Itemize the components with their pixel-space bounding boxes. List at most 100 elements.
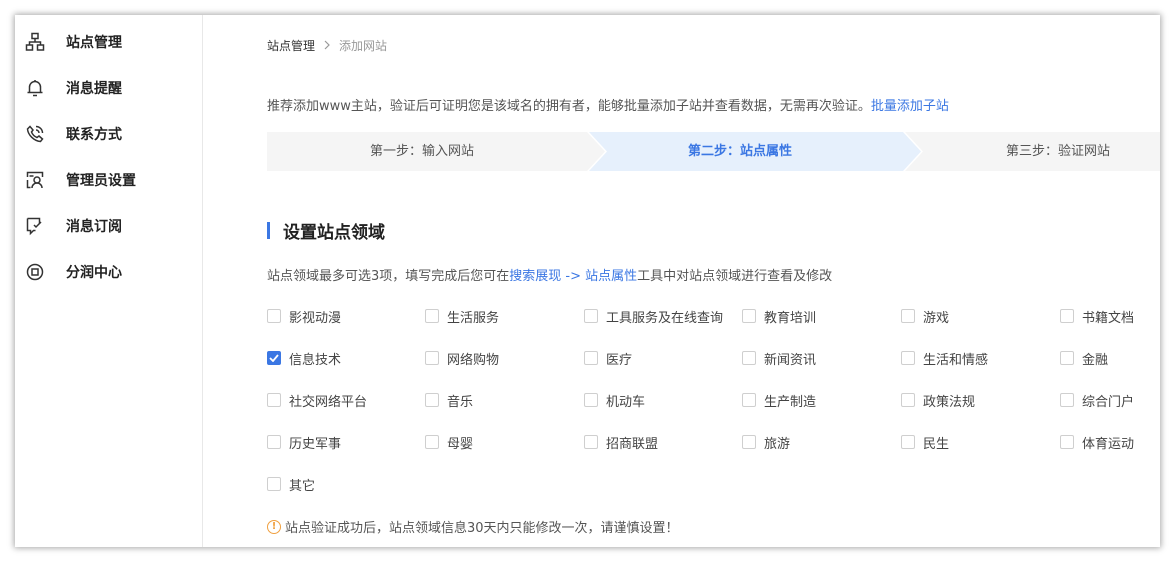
- category-checkbox[interactable]: 生活和情感: [901, 348, 988, 368]
- category-checkbox[interactable]: 民生: [901, 432, 949, 452]
- section-title: 设置站点领域: [267, 220, 385, 243]
- checkbox-unchecked[interactable]: [425, 393, 439, 407]
- checkbox-checked[interactable]: [267, 351, 281, 365]
- step-1-label: 第一步：输入网站: [370, 144, 475, 159]
- sidebar-item-label: 联系方式: [66, 127, 122, 143]
- category-label: 招商联盟: [606, 436, 659, 452]
- category-label: 游戏: [923, 310, 950, 326]
- admin-user-icon: [23, 168, 47, 192]
- checkbox-unchecked[interactable]: [1060, 309, 1074, 323]
- category-checkbox[interactable]: 招商联盟: [584, 432, 658, 452]
- category-checkbox[interactable]: 书籍文档: [1060, 306, 1134, 326]
- category-checkbox[interactable]: 音乐: [425, 390, 473, 410]
- sidebar-item-message-subscription[interactable]: 消息订阅: [23, 211, 122, 241]
- category-label: 医疗: [606, 352, 633, 368]
- category-label: 政策法规: [923, 394, 976, 410]
- checkbox-unchecked[interactable]: [901, 393, 915, 407]
- sidebar-item-label: 站点管理: [66, 35, 122, 51]
- main-content: 站点管理 添加网站 推荐添加www主站，验证后可证明您是该域名的拥有者，能够批量…: [267, 15, 1160, 547]
- checkbox-unchecked[interactable]: [584, 309, 598, 323]
- checkbox-unchecked[interactable]: [267, 309, 281, 323]
- checkbox-unchecked[interactable]: [267, 477, 281, 491]
- checkbox-unchecked[interactable]: [1060, 393, 1074, 407]
- category-label: 生活和情感: [923, 352, 989, 368]
- title-accent-bar: [267, 221, 270, 239]
- checkbox-unchecked[interactable]: [742, 393, 756, 407]
- checkbox-unchecked[interactable]: [267, 393, 281, 407]
- checkbox-unchecked[interactable]: [584, 351, 598, 365]
- category-label: 历史军事: [289, 436, 342, 452]
- step-2-label: 第二步：站点属性: [688, 144, 793, 159]
- checkbox-unchecked[interactable]: [901, 309, 915, 323]
- category-checkbox[interactable]: 生产制造: [742, 390, 816, 410]
- sidebar-item-site-management[interactable]: 站点管理: [23, 27, 122, 57]
- checkbox-unchecked[interactable]: [901, 435, 915, 449]
- category-checkbox[interactable]: 生活服务: [425, 306, 499, 326]
- category-checkbox[interactable]: 旅游: [742, 432, 790, 452]
- category-label: 生产制造: [764, 394, 817, 410]
- category-checkbox[interactable]: 医疗: [584, 348, 632, 368]
- category-label: 音乐: [447, 394, 474, 410]
- checkmark-icon: [269, 354, 279, 362]
- checkbox-unchecked[interactable]: [742, 351, 756, 365]
- category-label: 体育运动: [1082, 436, 1135, 452]
- warning-icon: !: [267, 519, 281, 534]
- category-checkbox[interactable]: 综合门户: [1060, 390, 1134, 410]
- step-indicator: 第一步：输入网站 第二步：站点属性 第三步：验证网站: [267, 132, 1160, 171]
- category-checkbox[interactable]: 新闻资讯: [742, 348, 816, 368]
- bell-icon: [23, 76, 47, 100]
- category-checkbox[interactable]: 社交网络平台: [267, 390, 367, 410]
- category-checkbox[interactable]: 母婴: [425, 432, 473, 452]
- category-label: 信息技术: [289, 352, 342, 368]
- intro-text-body: 推荐添加www主站，验证后可证明您是该域名的拥有者，能够批量添加子站并查看数据，…: [267, 99, 871, 114]
- category-checkbox[interactable]: 游戏: [901, 306, 949, 326]
- batch-add-subsite-link[interactable]: 批量添加子站: [871, 99, 949, 114]
- category-checkbox[interactable]: 其它: [267, 474, 315, 494]
- sidebar-item-revenue-center[interactable]: 分润中心: [23, 257, 122, 287]
- sidebar-item-admin-settings[interactable]: 管理员设置: [23, 165, 136, 195]
- category-checkbox[interactable]: 影视动漫: [267, 306, 341, 326]
- category-label: 书籍文档: [1082, 310, 1135, 326]
- site-attributes-tool-link[interactable]: 搜索展现 -> 站点属性: [509, 269, 637, 284]
- checkbox-unchecked[interactable]: [267, 435, 281, 449]
- checkbox-unchecked[interactable]: [742, 309, 756, 323]
- category-checkbox[interactable]: 信息技术: [267, 348, 341, 368]
- category-checkbox[interactable]: 政策法规: [901, 390, 975, 410]
- category-label: 旅游: [764, 436, 791, 452]
- breadcrumb: 站点管理 添加网站: [267, 37, 387, 54]
- category-checkbox[interactable]: 体育运动: [1060, 432, 1134, 452]
- checkbox-unchecked[interactable]: [1060, 435, 1074, 449]
- checkbox-unchecked[interactable]: [425, 435, 439, 449]
- category-checkbox[interactable]: 教育培训: [742, 306, 816, 326]
- chevron-right-icon: [323, 39, 331, 53]
- category-checkbox[interactable]: 金融: [1060, 348, 1108, 368]
- sidebar-item-contact[interactable]: 联系方式: [23, 119, 122, 149]
- checkbox-unchecked[interactable]: [584, 435, 598, 449]
- category-label: 网络购物: [447, 352, 500, 368]
- category-label: 社交网络平台: [289, 394, 368, 410]
- category-checkbox[interactable]: 历史军事: [267, 432, 341, 452]
- checkbox-unchecked[interactable]: [901, 351, 915, 365]
- subscribe-message-icon: [23, 214, 47, 238]
- checkbox-unchecked[interactable]: [742, 435, 756, 449]
- checkbox-unchecked[interactable]: [584, 393, 598, 407]
- category-label: 影视动漫: [289, 310, 342, 326]
- category-checkbox[interactable]: 网络购物: [425, 348, 499, 368]
- desc-suffix: 工具中对站点领域进行查看及修改: [637, 269, 833, 284]
- breadcrumb-parent-link[interactable]: 站点管理: [267, 37, 315, 54]
- checkbox-unchecked[interactable]: [425, 351, 439, 365]
- sidebar-item-label: 消息订阅: [66, 219, 122, 235]
- section-title-text: 设置站点领域: [283, 222, 385, 243]
- intro-text: 推荐添加www主站，验证后可证明您是该域名的拥有者，能够批量添加子站并查看数据，…: [267, 95, 949, 114]
- category-label: 生活服务: [447, 310, 500, 326]
- category-checkbox[interactable]: 工具服务及在线查询: [584, 306, 723, 326]
- sidebar-item-label: 分润中心: [66, 265, 122, 281]
- checkbox-unchecked[interactable]: [1060, 351, 1074, 365]
- category-checkbox[interactable]: 机动车: [584, 390, 645, 410]
- checkbox-unchecked[interactable]: [425, 309, 439, 323]
- phone-icon: [23, 122, 47, 146]
- sitemap-icon: [23, 30, 47, 54]
- category-label: 综合门户: [1082, 394, 1135, 410]
- sidebar-item-notifications[interactable]: 消息提醒: [23, 73, 122, 103]
- category-label: 教育培训: [764, 310, 817, 326]
